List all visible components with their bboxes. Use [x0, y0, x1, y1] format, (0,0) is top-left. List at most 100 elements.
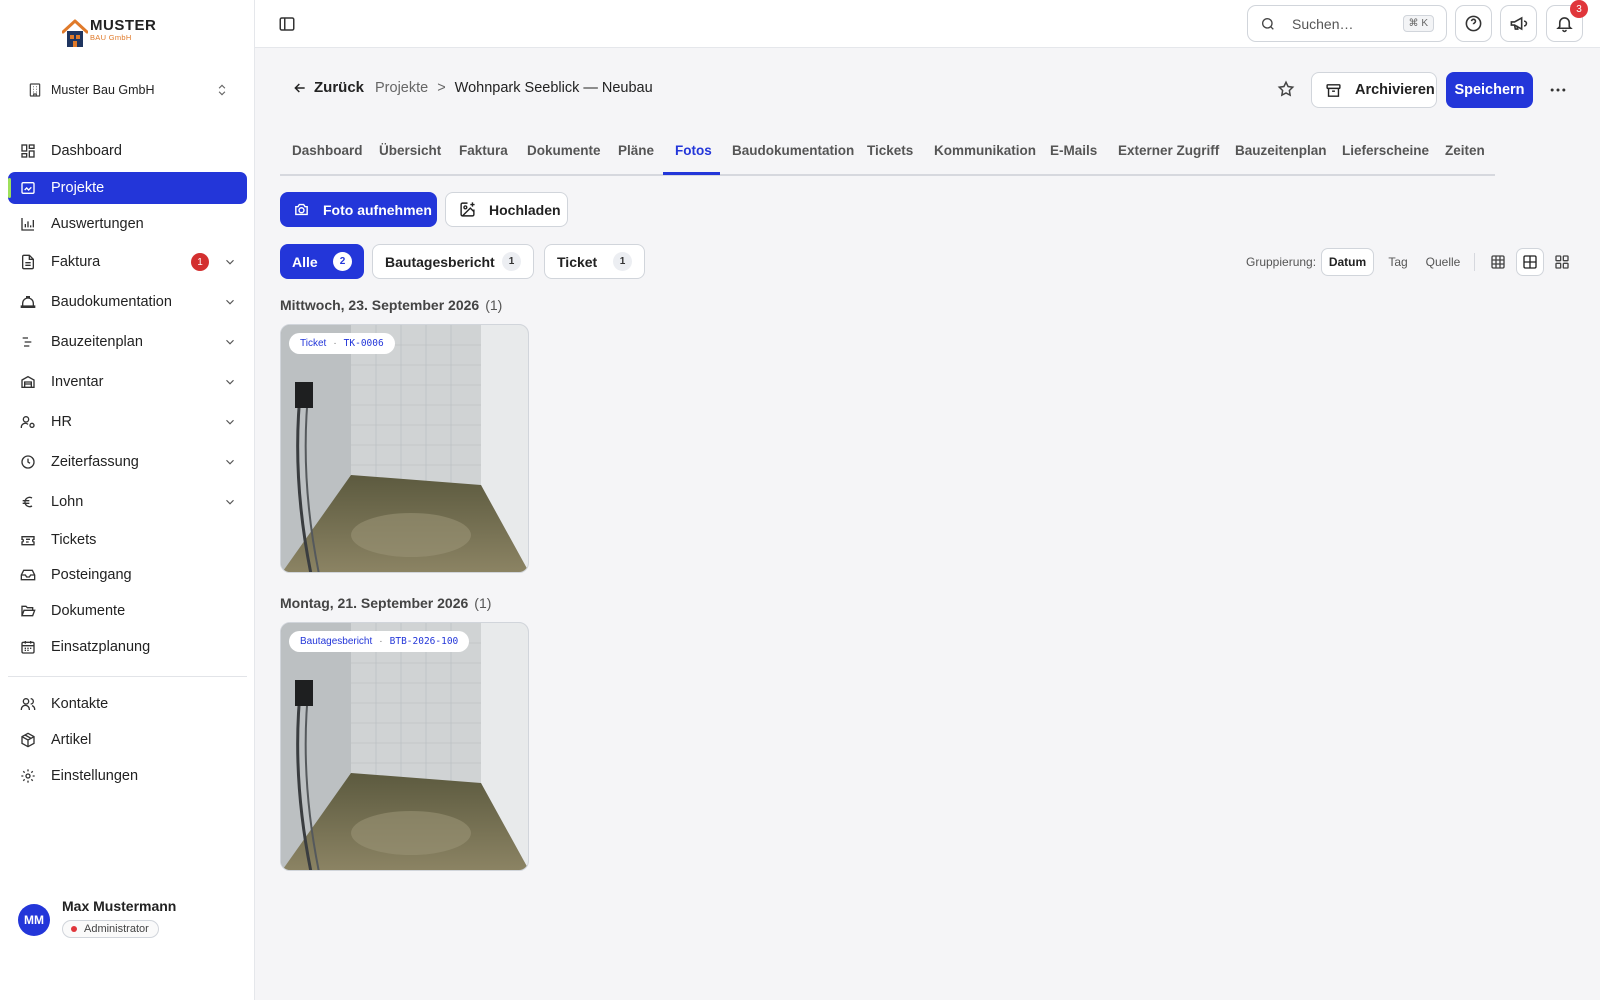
- photo-source-tag[interactable]: Ticket · TK-0006: [289, 333, 395, 354]
- grouping-option-tag[interactable]: Tag: [1382, 248, 1414, 276]
- sidebar-item-einsatzplanung[interactable]: Einsatzplanung: [8, 631, 247, 663]
- sidebar-item-inventar[interactable]: Inventar: [8, 366, 247, 398]
- sidebar-item-label: Auswertungen: [51, 216, 144, 232]
- sidebar-item-posteingang[interactable]: Posteingang: [8, 559, 247, 591]
- tag-separator: ·: [379, 636, 383, 647]
- grid-2x2-icon: [1523, 255, 1537, 269]
- view-medium-grid-button[interactable]: [1516, 248, 1544, 276]
- sidebar-item-label: Projekte: [51, 180, 105, 196]
- tab-kommunikation[interactable]: Kommunikation: [934, 143, 1036, 158]
- sidebar-item-zeiterfassung[interactable]: Zeiterfassung: [8, 446, 247, 478]
- tab-baudokumentation[interactable]: Baudokumentation: [732, 143, 854, 158]
- tab-dokumente[interactable]: Dokumente: [527, 143, 601, 158]
- tab-dashboard[interactable]: Dashboard: [292, 143, 363, 158]
- tab-faktura[interactable]: Faktura: [459, 143, 508, 158]
- search-shortcut: ⌘ K: [1402, 15, 1434, 32]
- user-profile[interactable]: MM Max Mustermann Administrator: [18, 896, 176, 938]
- search-placeholder: Suchen…: [1292, 15, 1354, 32]
- filter-label: Alle: [292, 253, 318, 270]
- role-label: Administrator: [84, 923, 149, 935]
- sidebar-item-kontakte[interactable]: Kontakte: [8, 688, 247, 720]
- package-icon: [21, 732, 35, 748]
- megaphone-icon: [1510, 16, 1528, 31]
- group-header: Montag, 21. September 2026 (1): [280, 595, 491, 611]
- tab-bauzeitenplan[interactable]: Bauzeitenplan: [1235, 143, 1327, 158]
- arrow-left-icon: [294, 82, 305, 93]
- notifications-button[interactable]: 3: [1546, 0, 1588, 42]
- photo-card[interactable]: Bautagesbericht · BTB-2026-100: [280, 622, 529, 871]
- sidebar-item-faktura[interactable]: Faktura 1: [8, 246, 247, 278]
- sidebar-item-label: Tickets: [51, 532, 97, 548]
- sidebar-item-einstellungen[interactable]: Einstellungen: [8, 760, 247, 792]
- view-small-grid-button[interactable]: [1484, 248, 1512, 276]
- sidebar-item-dashboard[interactable]: Dashboard: [8, 135, 247, 167]
- sidebar-item-label: Zeiterfassung: [51, 454, 139, 470]
- filter-chip-alle[interactable]: Alle 2: [280, 244, 364, 279]
- sidebar-item-label: Einsatzplanung: [51, 639, 151, 655]
- upload-label: Hochladen: [489, 201, 561, 218]
- search-icon: [1262, 17, 1274, 30]
- tab-lieferscheine[interactable]: Lieferscheine: [1342, 143, 1429, 158]
- chevron-down-icon: [226, 299, 234, 305]
- photo-source-type: Ticket: [300, 338, 327, 349]
- company-switcher[interactable]: Muster Bau GmbH: [27, 78, 229, 102]
- announcements-button[interactable]: [1500, 5, 1537, 42]
- building-icon: [29, 83, 41, 97]
- sidebar-item-artikel[interactable]: Artikel: [8, 724, 247, 756]
- sidebar-item-hr[interactable]: HR: [8, 406, 247, 438]
- project-tabs: Dashboard Übersicht Faktura Dokumente Pl…: [280, 130, 1495, 176]
- ticket-icon: [21, 536, 35, 546]
- tab-zeiten[interactable]: Zeiten: [1445, 143, 1485, 158]
- group-title: Montag, 21. September 2026: [280, 595, 469, 611]
- camera-icon: [295, 203, 308, 216]
- layout-grid-icon: [1555, 255, 1569, 269]
- sidebar-item-auswertungen[interactable]: Auswertungen: [8, 208, 247, 240]
- euro-icon: [22, 496, 33, 508]
- filter-count: 1: [613, 252, 632, 271]
- upload-button[interactable]: Hochladen: [445, 192, 568, 227]
- save-button[interactable]: Speichern: [1446, 72, 1533, 108]
- sidebar-toggle-icon[interactable]: [278, 15, 296, 33]
- sidebar-item-tickets[interactable]: Tickets: [8, 524, 247, 556]
- chevron-down-icon: [226, 379, 234, 385]
- user-cog-icon: [20, 416, 35, 428]
- more-horizontal-icon[interactable]: [1548, 80, 1568, 100]
- photo-source-ref: BTB-2026-100: [389, 636, 459, 647]
- sidebar-item-projekte[interactable]: Projekte: [8, 172, 247, 204]
- help-button[interactable]: [1455, 5, 1492, 42]
- tab-externer-zugriff[interactable]: Externer Zugriff: [1118, 143, 1219, 158]
- photo-source-type: Bautagesbericht: [300, 636, 373, 647]
- tab-e-mails[interactable]: E-Mails: [1050, 143, 1097, 158]
- tab-plaene[interactable]: Pläne: [618, 143, 654, 158]
- sidebar-item-label: Baudokumentation: [51, 294, 172, 310]
- sidebar-item-dokumente[interactable]: Dokumente: [8, 595, 247, 627]
- brand-logo[interactable]: MUSTER BAU GmbH: [62, 18, 156, 48]
- grouping-option-datum[interactable]: Datum: [1321, 248, 1374, 276]
- user-name: Max Mustermann: [62, 898, 177, 914]
- image-plus-icon: [460, 202, 475, 217]
- help-circle-icon: [1465, 15, 1482, 32]
- topbar: Suchen… ⌘ K 3: [255, 0, 1600, 48]
- back-button[interactable]: Zurück: [292, 79, 364, 96]
- photo-card[interactable]: Ticket · TK-0006: [280, 324, 529, 573]
- take-photo-button[interactable]: Foto aufnehmen: [280, 192, 437, 227]
- star-icon[interactable]: [1277, 80, 1295, 98]
- tab-tickets[interactable]: Tickets: [867, 143, 913, 158]
- view-large-grid-button[interactable]: [1548, 248, 1576, 276]
- tab-uebersicht[interactable]: Übersicht: [379, 143, 441, 158]
- sidebar-item-lohn[interactable]: Lohn: [8, 486, 247, 518]
- sidebar-item-label: Dokumente: [51, 603, 126, 619]
- archive-button[interactable]: Archivieren: [1311, 72, 1437, 108]
- active-tab-indicator: [663, 172, 720, 175]
- back-label: Zurück: [314, 79, 365, 96]
- photo-source-tag[interactable]: Bautagesbericht · BTB-2026-100: [289, 631, 470, 652]
- sidebar-item-bauzeitenplan[interactable]: Bauzeitenplan: [8, 326, 247, 358]
- grouping-option-quelle[interactable]: Quelle: [1422, 248, 1464, 276]
- tab-fotos[interactable]: Fotos: [675, 143, 712, 158]
- breadcrumb-parent[interactable]: Projekte: [375, 80, 428, 96]
- filter-chip-ticket[interactable]: Ticket 1: [544, 244, 645, 279]
- archive-icon: [1326, 83, 1341, 97]
- sidebar-item-baudokumentation[interactable]: Baudokumentation: [8, 286, 247, 318]
- search-input[interactable]: Suchen… ⌘ K: [1247, 5, 1447, 42]
- filter-chip-bautagesbericht[interactable]: Bautagesbericht 1: [372, 244, 534, 279]
